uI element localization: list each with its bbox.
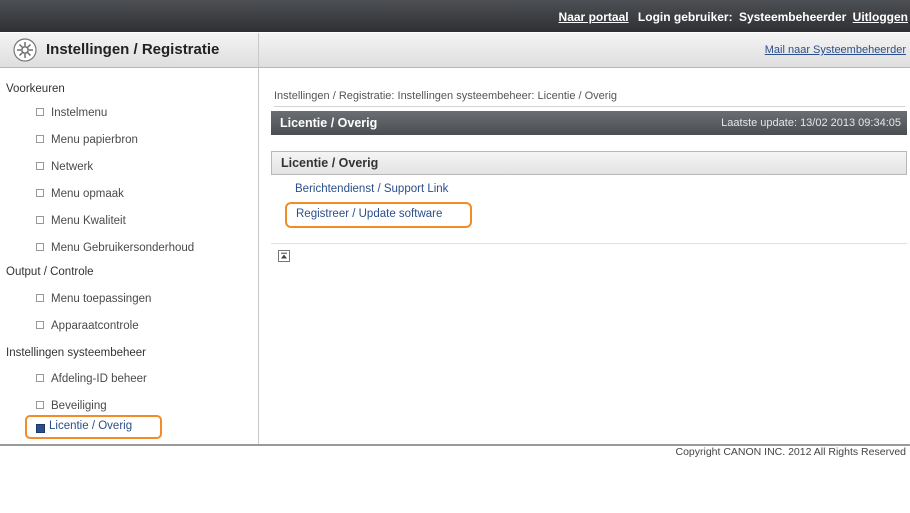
sidebar-item-menu-gebruikersonderhoud[interactable]: Menu Gebruikersonderhoud — [36, 242, 194, 254]
sidebar-item-menu-kwaliteit[interactable]: Menu Kwaliteit — [36, 215, 126, 227]
sidebar-item-netwerk[interactable]: Netwerk — [36, 161, 93, 173]
main-content: Instellingen / Registratie: Instellingen… — [259, 68, 910, 444]
sidebar-item-apparaatcontrole[interactable]: Apparaatcontrole — [36, 320, 139, 332]
sidebar: Voorkeuren Instelmenu Menu papierbron Ne… — [0, 68, 259, 444]
bullet-icon — [36, 107, 44, 116]
sidebar-item-label: Licentie / Overig — [49, 420, 133, 432]
portal-link[interactable]: Naar portaal — [559, 10, 629, 24]
sidebar-section-systeembeheer: Instellingen systeembeheer — [6, 347, 146, 359]
back-to-top-icon[interactable] — [278, 250, 290, 262]
support-link[interactable]: Berichtendienst / Support Link — [295, 183, 448, 195]
bullet-icon — [36, 242, 44, 251]
section-header: Licentie / Overig — [271, 151, 907, 175]
title-bar: Licentie / Overig Laatste update: 13/02 … — [271, 111, 907, 135]
sidebar-item-licentie-overig[interactable]: Licentie / Overig — [25, 415, 162, 439]
bullet-icon — [36, 161, 44, 170]
breadcrumb: Instellingen / Registratie: Instellingen… — [274, 90, 618, 102]
mail-admin-link[interactable]: Mail naar Systeembeheerder — [765, 33, 906, 67]
page-header: Instellingen / Registratie Mail naar Sys… — [0, 33, 910, 68]
sidebar-section-output: Output / Controle — [6, 266, 94, 278]
login-user: Systeembeheerder — [738, 10, 847, 24]
content-title: Licentie / Overig — [280, 116, 378, 130]
register-update-software-link[interactable]: Registreer / Update software — [285, 202, 472, 228]
bullet-icon — [36, 293, 44, 302]
logout-link[interactable]: Uitloggen — [853, 10, 908, 24]
last-update: Laatste update: 13/02 2013 09:34:05 — [721, 117, 901, 129]
bullet-icon — [36, 215, 44, 224]
bullet-icon — [36, 373, 44, 382]
header-divider — [258, 33, 259, 67]
copyright: Copyright CANON INC. 2012 All Rights Res… — [675, 446, 906, 458]
link-label: Registreer / Update software — [296, 208, 443, 220]
top-bar: Naar portaal Login gebruiker: Systeembeh… — [0, 0, 910, 32]
sidebar-section-voorkeuren: Voorkeuren — [6, 83, 65, 95]
sidebar-item-beveiliging[interactable]: Beveiliging — [36, 400, 107, 412]
bullet-icon — [36, 320, 44, 329]
bullet-icon — [36, 188, 44, 197]
gear-icon — [12, 37, 38, 63]
bullet-icon — [36, 134, 44, 143]
sidebar-item-menu-toepassingen[interactable]: Menu toepassingen — [36, 293, 151, 305]
bullet-icon — [36, 400, 44, 409]
divider — [271, 243, 907, 244]
bullet-icon — [36, 424, 45, 433]
sidebar-item-menu-papierbron[interactable]: Menu papierbron — [36, 134, 138, 146]
login-label: Login gebruiker: — [637, 10, 733, 24]
sidebar-item-menu-opmaak[interactable]: Menu opmaak — [36, 188, 124, 200]
sidebar-item-afdeling-id-beheer[interactable]: Afdeling-ID beheer — [36, 373, 147, 385]
divider — [274, 106, 905, 107]
section-title: Licentie / Overig — [281, 156, 379, 170]
user-bar: Naar portaal Login gebruiker: Systeembeh… — [559, 0, 908, 32]
sidebar-item-instelmenu[interactable]: Instelmenu — [36, 107, 107, 119]
page-title: Instellingen / Registratie — [46, 41, 220, 58]
